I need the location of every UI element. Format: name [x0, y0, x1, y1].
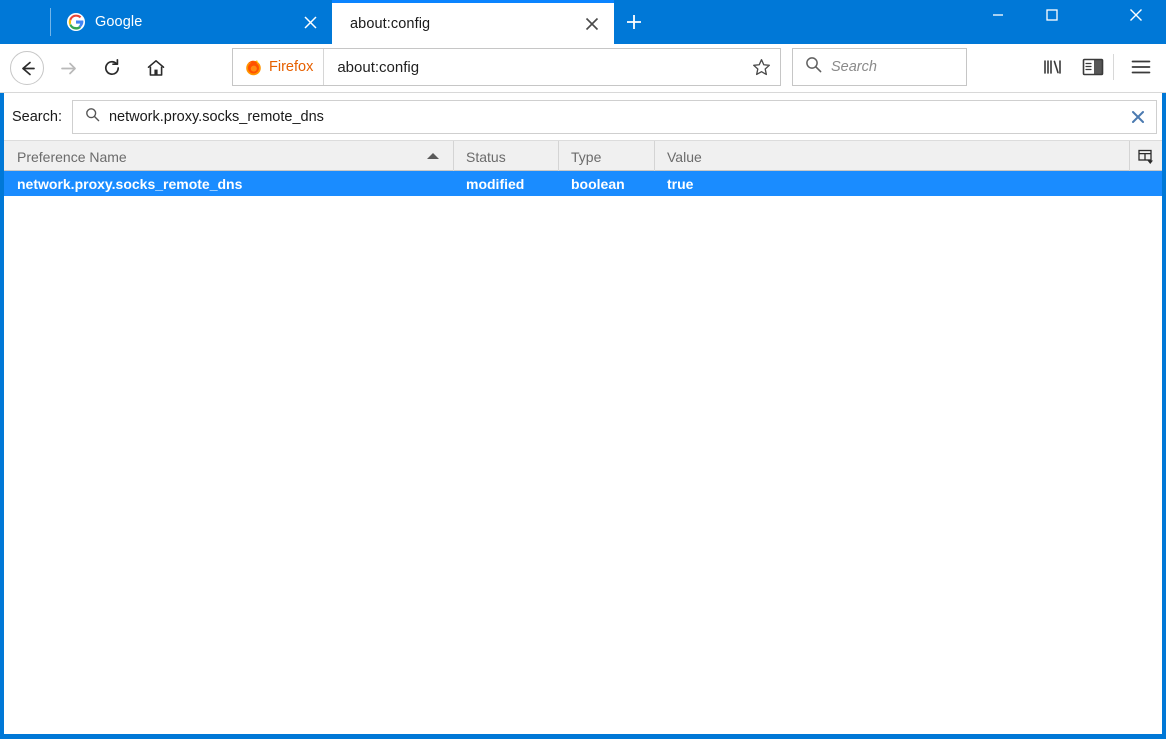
firefox-logo-icon — [245, 59, 262, 76]
identity-box[interactable]: Firefox — [233, 49, 325, 85]
firefox-window: Google about:config Firefox about:config… — [0, 0, 1166, 739]
toolbar-search-box[interactable]: Search — [792, 48, 967, 86]
preferences-row-list: network.proxy.socks_remote_dns modified … — [4, 171, 1162, 196]
url-input[interactable]: about:config — [324, 59, 742, 76]
forward-button — [50, 50, 86, 86]
close-button[interactable] — [1113, 0, 1159, 30]
column-label: Value — [667, 148, 702, 165]
reload-button[interactable] — [94, 50, 130, 86]
column-header-value[interactable]: Value — [654, 141, 1129, 172]
preferences-table: Preference Name Status Type Value networ… — [4, 140, 1162, 734]
tab-strip: Google about:config — [0, 0, 1166, 44]
sort-ascending-icon — [427, 153, 439, 159]
about-config-page: Search: network.proxy.socks_remote_dns P… — [2, 93, 1164, 736]
back-button[interactable] — [10, 51, 44, 85]
cell-status: modified — [466, 175, 525, 192]
column-label: Type — [571, 148, 602, 165]
tab-close-icon[interactable] — [296, 8, 324, 36]
preference-search-row: Search: network.proxy.socks_remote_dns — [4, 93, 1162, 140]
preference-search-input[interactable]: network.proxy.socks_remote_dns — [71, 99, 1157, 134]
table-row[interactable]: network.proxy.socks_remote_dns modified … — [4, 171, 1162, 196]
new-tab-button[interactable] — [618, 7, 650, 37]
maximize-button[interactable] — [1029, 0, 1075, 30]
column-header-status[interactable]: Status — [453, 141, 558, 172]
clear-search-icon[interactable] — [1120, 101, 1156, 133]
tab-google[interactable]: Google — [51, 0, 332, 44]
column-label: Status — [466, 148, 506, 165]
google-favicon — [67, 13, 85, 31]
bookmark-star-icon[interactable] — [742, 49, 780, 85]
search-label: Search: — [12, 108, 62, 125]
tab-about-config[interactable]: about:config — [332, 0, 614, 44]
table-header-row: Preference Name Status Type Value — [4, 140, 1162, 172]
search-icon — [805, 56, 822, 78]
cell-preference-name: network.proxy.socks_remote_dns — [17, 175, 243, 192]
column-header-type[interactable]: Type — [558, 141, 654, 172]
minimize-button[interactable] — [975, 0, 1021, 30]
tab-title: Google — [95, 14, 143, 30]
tab-close-icon[interactable] — [578, 10, 606, 38]
cell-value: true — [667, 175, 694, 192]
preference-search-value[interactable]: network.proxy.socks_remote_dns — [109, 109, 1120, 125]
library-icon[interactable] — [1036, 50, 1070, 84]
search-icon — [85, 107, 100, 127]
column-label: Preference Name — [17, 148, 127, 165]
tab-title: about:config — [350, 15, 431, 32]
sidebar-icon[interactable] — [1076, 50, 1110, 84]
toolbar-divider — [1113, 54, 1114, 80]
column-header-preference-name[interactable]: Preference Name — [4, 141, 453, 172]
cell-type: boolean — [571, 175, 625, 192]
column-picker-button[interactable] — [1129, 141, 1162, 172]
menu-icon[interactable] — [1124, 50, 1158, 84]
search-input[interactable]: Search — [831, 59, 877, 75]
identity-label: Firefox — [269, 59, 314, 75]
url-bar[interactable]: Firefox about:config — [232, 48, 781, 86]
home-button[interactable] — [138, 50, 174, 86]
